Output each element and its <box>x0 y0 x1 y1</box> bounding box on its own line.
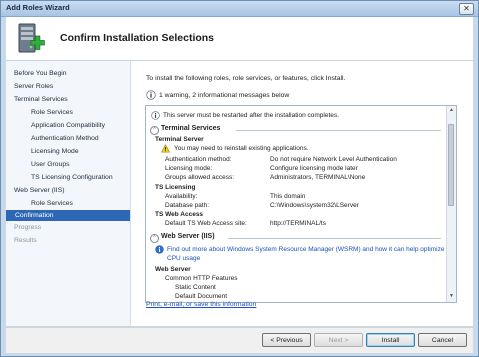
warning-summary: 1 warning, 2 informational messages belo… <box>159 92 290 99</box>
ts-licensing-row-label: Availability: <box>165 193 198 200</box>
nav-item-results: Results <box>14 237 37 244</box>
ts-web-access-row-value: http://TERMINAL/ts <box>270 220 326 227</box>
ts-licensing-row-value: C:\Windows\system32\LServer <box>270 202 359 209</box>
web-server-item: Default Document <box>175 293 228 300</box>
wizard-window: Add Roles Wizard ✕ Confirm Installation … <box>0 0 479 357</box>
terminal-server-heading: Terminal Server <box>155 136 204 143</box>
window-title: Add Roles Wizard <box>6 3 70 12</box>
scrollbar-thumb[interactable] <box>448 124 454 206</box>
scroll-down-arrow-icon[interactable]: ▼ <box>448 293 455 300</box>
ts-licensing-row-label: Database path: <box>165 202 210 209</box>
section-title-terminal-services: Terminal Services <box>161 125 221 132</box>
reinstall-warning: You may need to reinstall existing appli… <box>174 145 309 152</box>
info-icon <box>155 245 164 254</box>
nav-item-user-groups[interactable]: User Groups <box>31 161 70 168</box>
restart-notice: This server must be restarted after the … <box>163 112 339 119</box>
collapse-terminal-services-button[interactable]: ⌃ <box>150 126 159 135</box>
wizard-header: Confirm Installation Selections <box>6 17 473 61</box>
details-scrollbar[interactable]: ▲ ▼ <box>446 106 456 302</box>
collapse-web-server-button[interactable]: ⌃ <box>150 234 159 243</box>
next-button: Next > <box>314 333 363 347</box>
nav-item-ts-licensing-configuration[interactable]: TS Licensing Configuration <box>31 174 113 181</box>
wizard-nav: Before You Begin Server Roles Terminal S… <box>6 61 131 326</box>
section-title-web-server: Web Server (IIS) <box>161 233 215 240</box>
server-role-add-icon <box>18 23 45 53</box>
ts-row-label: Groups allowed access: <box>165 174 235 181</box>
info-icon <box>151 111 160 120</box>
web-server-item: Common HTTP Features <box>165 275 238 282</box>
print-email-save-link[interactable]: Print, e-mail, or save this information <box>146 301 256 308</box>
nav-item-web-server-iis[interactable]: Web Server (IIS) <box>14 187 65 194</box>
wizard-footer: < Previous Next > Install Cancel <box>6 327 473 353</box>
section-divider <box>228 238 441 239</box>
install-button[interactable]: Install <box>366 333 415 347</box>
close-button[interactable]: ✕ <box>459 3 474 15</box>
cancel-button[interactable]: Cancel <box>418 333 467 347</box>
web-server-item: Static Content <box>175 284 216 291</box>
warning-icon <box>161 144 170 153</box>
nav-item-ts-role-services[interactable]: Role Services <box>31 109 73 116</box>
nav-item-server-roles[interactable]: Server Roles <box>14 83 53 90</box>
nav-item-terminal-services[interactable]: Terminal Services <box>14 96 68 103</box>
ts-row-value: Do not require Network Level Authenticat… <box>270 156 397 163</box>
nav-item-progress: Progress <box>14 224 42 231</box>
nav-item-confirmation[interactable]: Confirmation <box>6 210 130 221</box>
ts-row-label: Licensing mode: <box>165 165 213 172</box>
ts-licensing-row-value: This domain <box>270 193 306 200</box>
confirmation-content: To install the following roles, role ser… <box>131 61 473 326</box>
ts-row-label: Authentication method: <box>165 156 232 163</box>
details-panel[interactable]: This server must be restarted after the … <box>145 105 457 303</box>
intro-text: To install the following roles, role ser… <box>146 75 346 82</box>
nav-item-before-you-begin[interactable]: Before You Begin <box>14 70 67 77</box>
section-divider <box>236 130 441 131</box>
nav-item-iis-role-services[interactable]: Role Services <box>31 200 73 207</box>
info-icon <box>146 90 156 100</box>
page-title: Confirm Installation Selections <box>60 32 215 44</box>
ts-row-value: Administrators, TERMINAL\None <box>270 174 366 181</box>
ts-licensing-heading: TS Licensing <box>155 184 196 191</box>
previous-button[interactable]: < Previous <box>262 333 311 347</box>
ts-web-access-heading: TS Web Access <box>155 211 204 218</box>
ts-row-value: Configure licensing mode later <box>270 165 358 172</box>
nav-item-authentication-method[interactable]: Authentication Method <box>31 135 99 142</box>
scroll-up-arrow-icon[interactable]: ▲ <box>448 107 455 114</box>
nav-item-licensing-mode[interactable]: Licensing Mode <box>31 148 79 155</box>
wsrm-info-link-continued[interactable]: CPU usage <box>167 255 200 262</box>
nav-item-application-compatibility[interactable]: Application Compatibility <box>31 122 105 129</box>
wsrm-info-link[interactable]: Find out more about Windows System Resou… <box>167 246 444 253</box>
web-server-heading: Web Server <box>155 266 191 273</box>
ts-web-access-row-label: Default TS Web Access site: <box>165 220 247 227</box>
title-bar[interactable]: Add Roles Wizard ✕ <box>1 1 478 17</box>
